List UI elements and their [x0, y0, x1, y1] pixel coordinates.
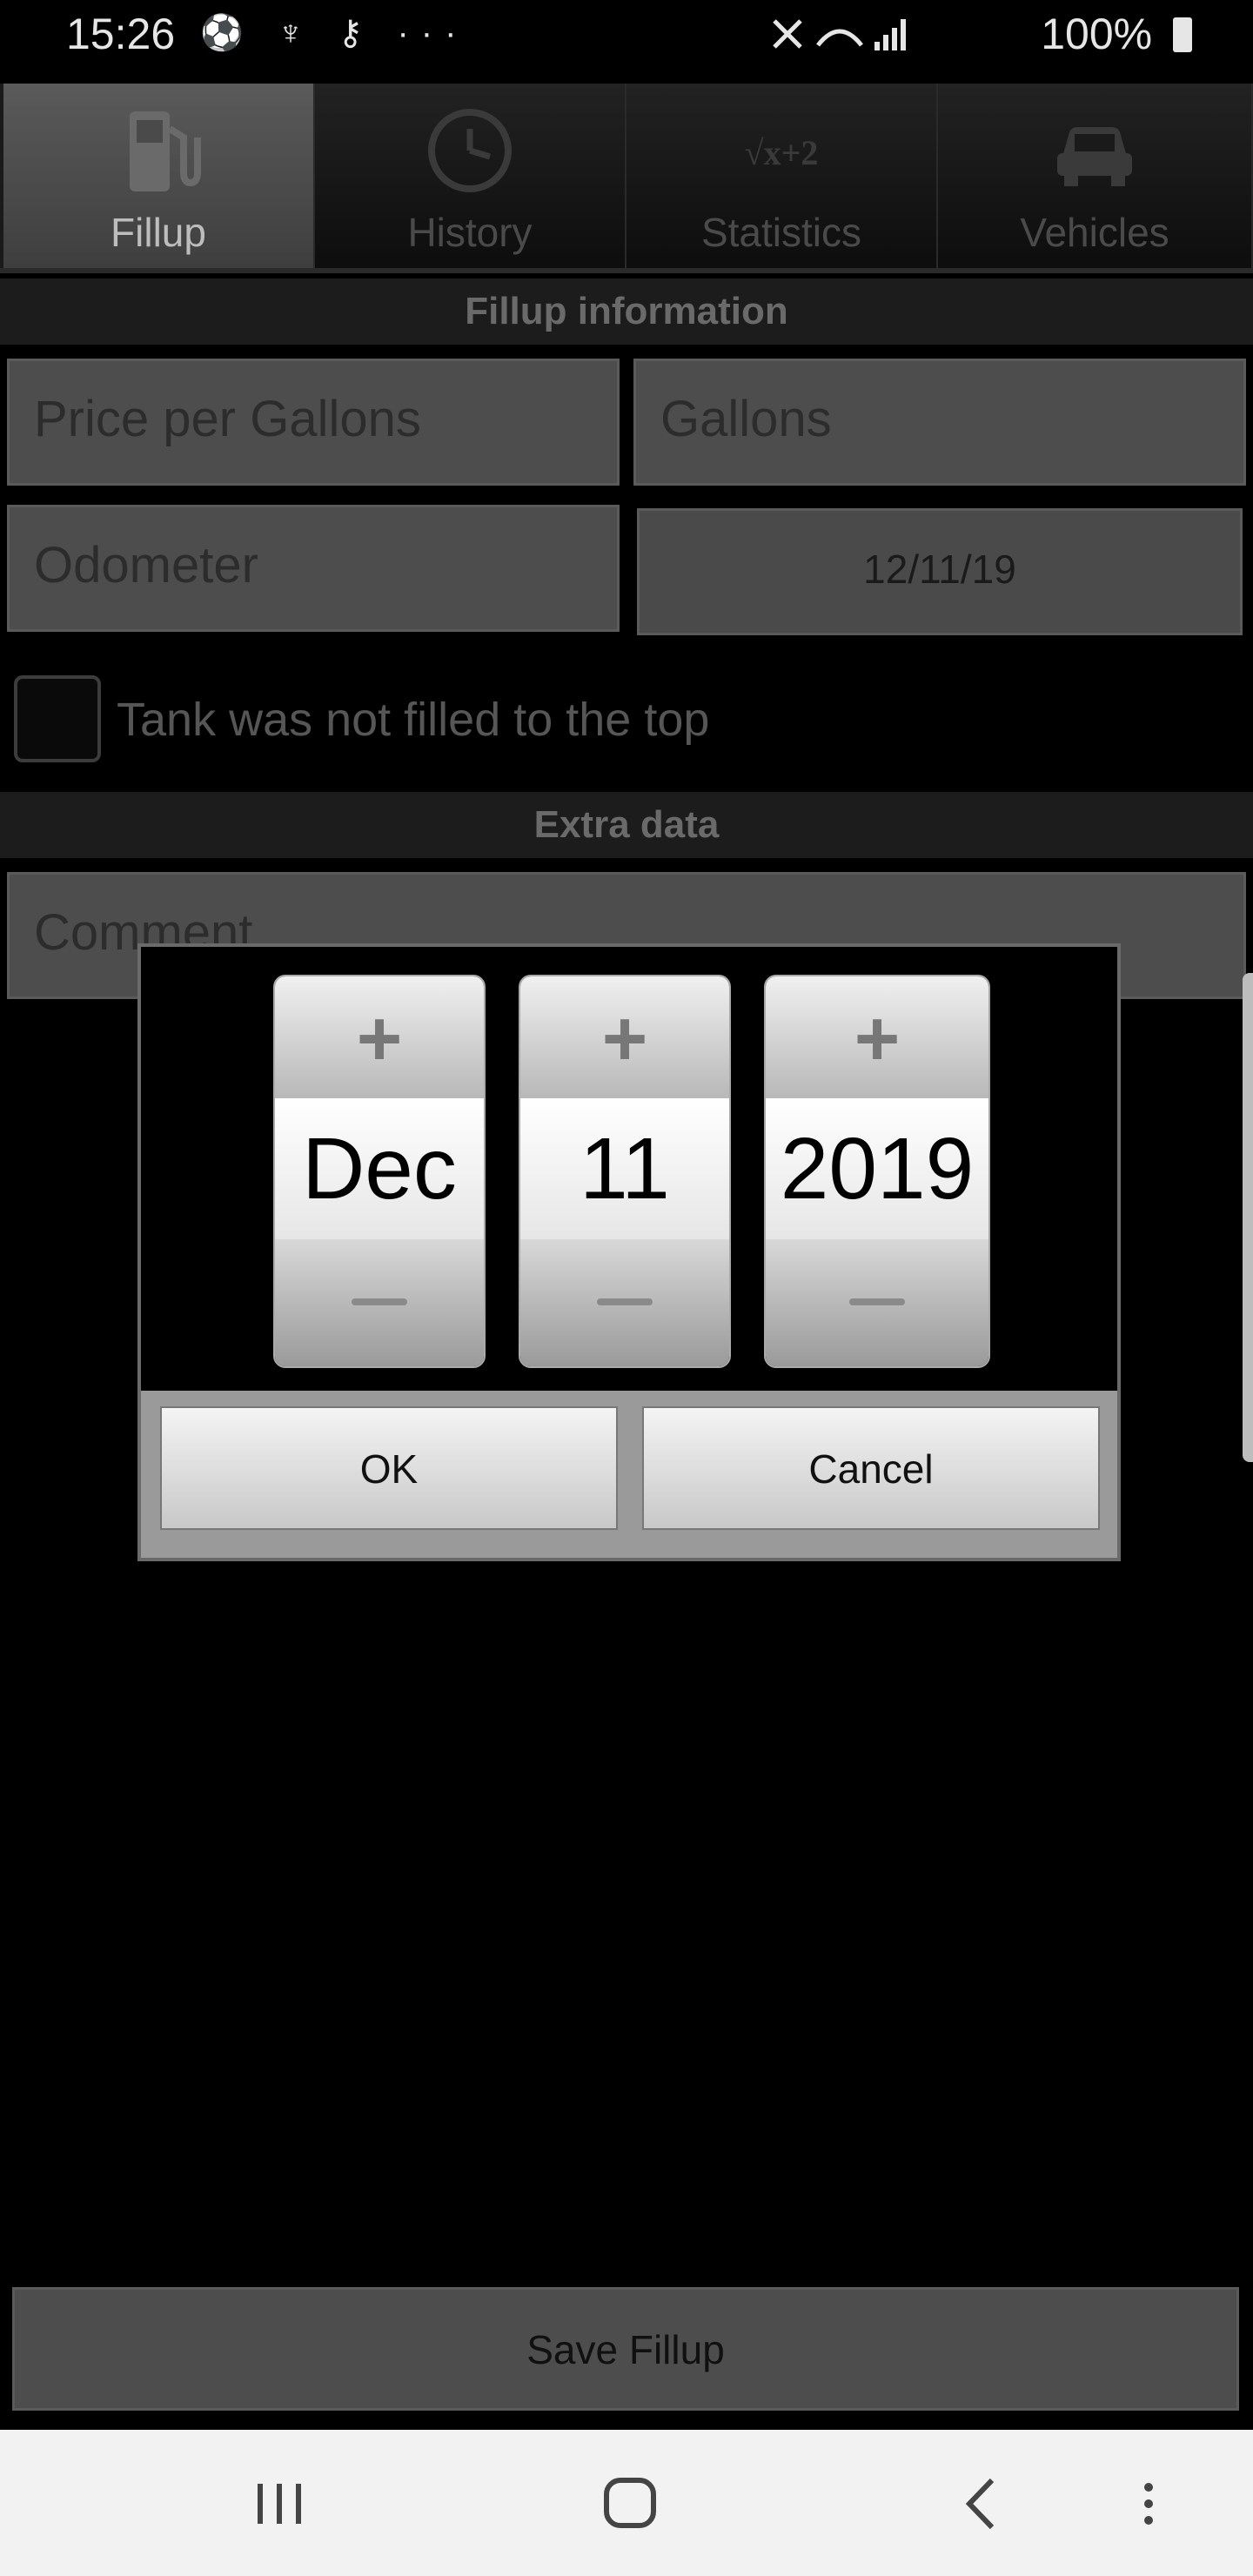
plus-icon: + [854, 996, 901, 1083]
tank-not-full-label: Tank was not filled to the top [117, 694, 710, 746]
section-header-fillup-info: Fillup information [0, 278, 1253, 345]
home-icon[interactable] [578, 2465, 682, 2543]
cancel-button[interactable]: Cancel [642, 1406, 1100, 1530]
status-time: 15:26 [66, 10, 176, 58]
day-decrement-button[interactable] [520, 1239, 729, 1366]
dialog-button-bar: OK Cancel [141, 1391, 1117, 1558]
day-spinner: + 11 [519, 975, 731, 1368]
gallons-input[interactable]: Gallons [633, 359, 1246, 486]
year-value[interactable]: 2019 [766, 1098, 988, 1239]
tab-label: Statistics [700, 210, 862, 255]
sqrt-formula-text: √x+2 [744, 133, 819, 172]
status-bar: 15:26 ⚽ ♆ ⚷ ··· 100% [0, 0, 1253, 80]
year-increment-button[interactable]: + [766, 976, 988, 1098]
car-icon [938, 103, 1251, 198]
minus-icon [352, 1298, 407, 1305]
tab-fillup[interactable]: Fillup [3, 84, 315, 270]
more-options-icon[interactable] [1122, 2465, 1175, 2543]
day-increment-button[interactable]: + [520, 976, 729, 1098]
scrollbar-edge[interactable] [1243, 973, 1253, 1462]
month-value[interactable]: Dec [275, 1098, 484, 1239]
year-decrement-button[interactable] [766, 1239, 988, 1366]
plus-icon: + [356, 996, 403, 1083]
fuel-pump-icon [3, 103, 313, 198]
system-nav-bar [0, 2430, 1253, 2576]
tab-vehicles[interactable]: Vehicles [938, 84, 1253, 270]
month-decrement-button[interactable] [275, 1239, 484, 1366]
save-fillup-button[interactable]: Save Fillup [12, 2287, 1239, 2411]
back-icon[interactable] [929, 2465, 1034, 2543]
notification-icons: ⚽ ♆ ⚷ ··· [200, 14, 469, 52]
battery-status: 100% [1041, 9, 1192, 59]
day-value[interactable]: 11 [520, 1098, 729, 1239]
tab-divider [0, 268, 1253, 273]
plus-icon: + [601, 996, 648, 1083]
tab-label: Fillup [111, 210, 206, 255]
date-field[interactable]: 12/11/19 [637, 508, 1243, 635]
tab-bar: Fillup History √x+2 Statistics Vehicles [0, 84, 1253, 273]
battery-icon [1173, 17, 1192, 52]
signal-icons [766, 12, 914, 64]
clock-icon [315, 103, 625, 198]
year-spinner: + 2019 [764, 975, 990, 1368]
recent-apps-icon[interactable] [228, 2465, 332, 2543]
tab-statistics[interactable]: √x+2 Statistics [626, 84, 938, 270]
date-picker-dialog: + Dec + 11 + 2019 OK Cancel [137, 943, 1121, 1561]
sqrt-formula-icon: √x+2 [626, 103, 936, 198]
tank-not-full-checkbox[interactable] [14, 675, 101, 762]
tab-label: Vehicles [1020, 210, 1169, 255]
section-header-extra-data: Extra data [0, 792, 1253, 858]
odometer-input[interactable]: Odometer [7, 505, 620, 632]
month-increment-button[interactable]: + [275, 976, 484, 1098]
minus-icon [597, 1298, 653, 1305]
tab-history[interactable]: History [315, 84, 626, 270]
battery-percent: 100% [1041, 10, 1153, 58]
ok-button[interactable]: OK [160, 1406, 618, 1530]
minus-icon [849, 1298, 905, 1305]
tab-label: History [407, 210, 533, 255]
month-spinner: + Dec [273, 975, 486, 1368]
price-per-gallon-input[interactable]: Price per Gallons [7, 359, 620, 486]
